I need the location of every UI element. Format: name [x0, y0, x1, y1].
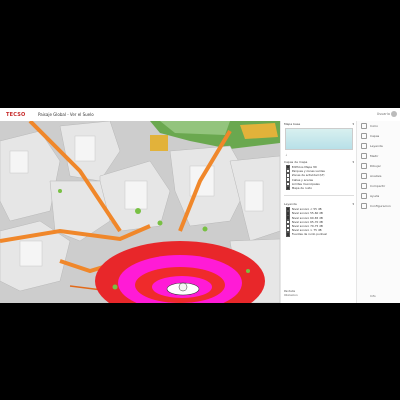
legend-section-title: Leyenda [284, 202, 297, 207]
layer-label: Fuentes de ruido puntual [291, 232, 327, 237]
tool-medir[interactable]: Medir [357, 151, 400, 161]
tool-label: Configuracion [370, 204, 391, 208]
tool-compartir[interactable]: Compartir [357, 181, 400, 191]
chevron-down-icon[interactable]: ▾ [352, 122, 354, 126]
app-title: Paisaje Global - Ver el Suelo [38, 112, 94, 117]
top-bar: TECSO Paisaje Global - Ver el Suelo Usua… [0, 108, 400, 122]
chevron-down-icon[interactable]: ▾ [352, 202, 354, 206]
layers-section-title: Capas de mapa [284, 160, 308, 164]
tool-configuracion[interactable]: Configuracion [357, 201, 400, 211]
legend-list: Nivel sonoro < 55 dB Nivel sonoro 55-60 d… [281, 207, 357, 237]
tool-label: Capas [370, 134, 380, 138]
map-3d-view[interactable] [0, 121, 280, 303]
chart-icon [361, 173, 367, 179]
divider [284, 195, 354, 197]
tool-label: Compartir [370, 184, 386, 188]
tool-capas[interactable]: Capas [357, 131, 400, 141]
chevron-down-icon[interactable]: ▾ [352, 160, 354, 164]
help-icon [361, 193, 367, 199]
home-icon [361, 123, 367, 129]
tool-label: Dibujar [370, 164, 381, 168]
panel-footer: Pantalla Ubicacion [284, 289, 298, 297]
pencil-icon [361, 163, 367, 169]
avatar[interactable] [391, 111, 397, 117]
brand-logo[interactable]: TECSO [6, 112, 34, 118]
basemap-preview[interactable] [285, 128, 353, 150]
layer-checkbox[interactable] [286, 185, 291, 191]
layer-checkbox[interactable] [286, 232, 291, 237]
basemap-section-title: Mapa base [284, 122, 301, 126]
layer-label: Mapa de ruido [291, 186, 312, 191]
footer-item[interactable]: Ubicacion [284, 293, 298, 297]
tool-inicio[interactable]: Inicio [357, 121, 400, 131]
arrow-icon[interactable]: ↓ [281, 151, 357, 159]
layers-icon [361, 133, 367, 139]
tools-footer[interactable]: Info [370, 294, 376, 298]
tool-dibujar[interactable]: Dibujar [357, 161, 400, 171]
layers-panel: Mapa base ▾ ↓ Capas de mapa ▾ Edificios … [280, 121, 360, 303]
ruler-icon [361, 153, 367, 159]
tool-analisis[interactable]: Analisis [357, 171, 400, 181]
map-canvas[interactable] [0, 121, 280, 303]
tool-label: Leyenda [370, 144, 383, 148]
tool-ayuda[interactable]: Ayuda [357, 191, 400, 201]
share-icon [361, 183, 367, 189]
user-name[interactable]: Usuario [377, 112, 390, 116]
layer-item[interactable]: Mapa de ruido [281, 185, 357, 191]
list-icon [361, 143, 367, 149]
layer-list: Edificios Mapa 3D Parques y zonas verdes Z… [281, 164, 357, 191]
tool-label: Inicio [370, 124, 378, 128]
app-window: TECSO Paisaje Global - Ver el Suelo Usua… [0, 108, 400, 303]
tool-label: Medir [370, 154, 379, 158]
tool-label: Ayuda [370, 194, 380, 198]
basemap-section-header[interactable]: Mapa base ▾ [281, 121, 357, 127]
layer-item[interactable]: Fuentes de ruido puntual [281, 232, 357, 237]
tool-label: Analisis [370, 174, 382, 178]
tool-leyenda[interactable]: Leyenda [357, 141, 400, 151]
gear-icon [361, 203, 367, 209]
tools-sidebar: Inicio Capas Leyenda Medir Dibujar Analisis Co… [356, 121, 400, 303]
